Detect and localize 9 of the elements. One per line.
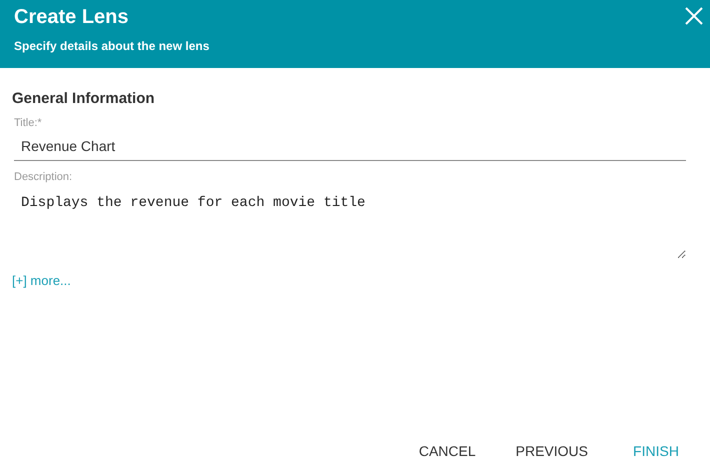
close-icon: [684, 6, 704, 26]
section-heading: General Information: [12, 90, 156, 107]
field-label: Description:: [14, 171, 74, 183]
dialog-button[interactable]: CANCEL: [406, 437, 488, 465]
dialog-title: Create Lens: [14, 5, 130, 30]
close-button[interactable]: [684, 6, 704, 26]
dialog-button[interactable]: PREVIOUS: [504, 437, 600, 465]
field-label: Title:*: [14, 117, 43, 129]
dialog-subtitle: Specify details about the new lens: [14, 39, 210, 53]
